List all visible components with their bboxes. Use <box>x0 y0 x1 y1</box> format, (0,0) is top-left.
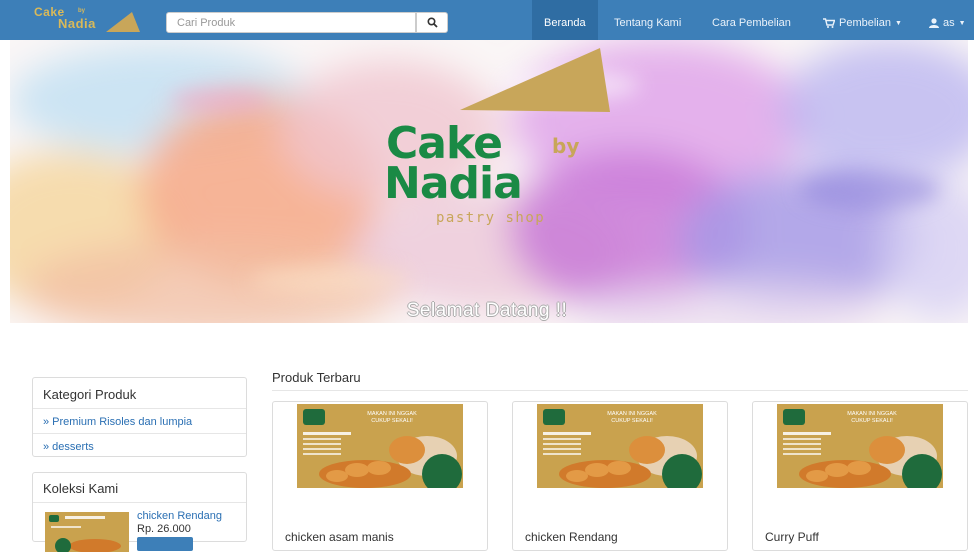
product-card[interactable]: MAKAN INI NGGAK CUKUP SEKALI! chicken Re… <box>512 401 728 551</box>
collection-panel-title: Koleksi Kami <box>33 473 246 503</box>
top-navbar: Cake by Nadia Beranda Tentang Kami Cara … <box>0 0 974 40</box>
product-name[interactable]: chicken asam manis <box>285 530 394 544</box>
caret-down-icon: ▼ <box>958 19 966 27</box>
product-image: MAKAN INI NGGAK CUKUP SEKALI! <box>537 404 703 488</box>
collection-item-price: Rp. 26.000 <box>137 523 191 535</box>
nav-about-label: Tentang Kami <box>614 17 682 29</box>
welcome-text: Selamat Datang !! <box>406 300 568 321</box>
nav-user-dropdown[interactable]: as ▼ <box>929 0 966 40</box>
nav-user-label: as <box>943 17 955 29</box>
search-button[interactable] <box>416 12 448 33</box>
nav-purchase-label: Pembelian <box>839 17 891 29</box>
hero-logo-tagline: pastry shop <box>436 210 546 226</box>
category-panel: Kategori Produk » Premium Risoles dan lu… <box>32 377 247 457</box>
brand-logo[interactable]: Cake by Nadia <box>30 6 145 34</box>
nav-how-to-buy[interactable]: Cara Pembelian <box>712 0 791 40</box>
product-card[interactable]: MAKAN INI NGGAK CUKUP SEKALI! Curry Puff <box>752 401 968 551</box>
caret-down-icon: ▼ <box>894 19 902 27</box>
nav-home-label: Beranda <box>544 17 586 29</box>
poster-headline2: CUKUP SEKALI! <box>611 418 653 424</box>
category-item-premium-risoles[interactable]: » Premium Risoles dan lumpia <box>33 409 246 434</box>
poster-headline2: CUKUP SEKALI! <box>371 418 413 424</box>
nav-home[interactable]: Beranda <box>532 0 598 40</box>
collection-item-image <box>45 512 129 552</box>
nav-about[interactable]: Tentang Kami <box>614 0 681 40</box>
nav-purchase-dropdown[interactable]: Pembelian ▼ <box>823 0 902 40</box>
poster-headline1: MAKAN INI NGGAK <box>607 411 657 417</box>
collection-item-buy-button[interactable] <box>137 537 193 551</box>
search-icon <box>426 17 438 28</box>
brand-logo-line2: Nadia <box>58 16 96 31</box>
divider <box>272 390 968 391</box>
product-name[interactable]: chicken Rendang <box>525 530 618 544</box>
category-item-desserts[interactable]: » desserts <box>33 434 246 458</box>
category-panel-title: Kategori Produk <box>33 378 246 409</box>
poster-headline1: MAKAN INI NGGAK <box>367 411 417 417</box>
hero-logo: Cake by Nadia pastry shop <box>380 122 640 232</box>
product-name[interactable]: Curry Puff <box>765 530 819 544</box>
latest-products-title: Produk Terbaru <box>272 370 361 385</box>
brand-logo-by: by <box>78 8 86 14</box>
cart-icon <box>823 18 835 28</box>
nav-how-to-buy-label: Cara Pembelian <box>712 17 791 29</box>
poster-headline2: CUKUP SEKALI! <box>851 418 893 424</box>
product-card[interactable]: MAKAN INI NGGAK CUKUP SEKALI! chicken as… <box>272 401 488 551</box>
hero-logo-by: by <box>552 134 580 158</box>
brand-wedge-icon <box>106 12 140 32</box>
product-image: MAKAN INI NGGAK CUKUP SEKALI! <box>297 404 463 488</box>
collection-item-name[interactable]: chicken Rendang <box>137 510 222 522</box>
poster-headline1: MAKAN INI NGGAK <box>847 411 897 417</box>
collection-item[interactable]: chicken Rendang Rp. 26.000 <box>33 503 246 552</box>
hero-logo-line2: Nadia <box>384 158 523 209</box>
user-icon <box>929 18 939 28</box>
product-image: MAKAN INI NGGAK CUKUP SEKALI! <box>777 404 943 488</box>
hero-banner: Cake by Nadia pastry shop <box>10 40 968 323</box>
collection-panel: Koleksi Kami chicken Rendang Rp. 26.000 <box>32 472 247 552</box>
search-input[interactable] <box>166 12 416 33</box>
